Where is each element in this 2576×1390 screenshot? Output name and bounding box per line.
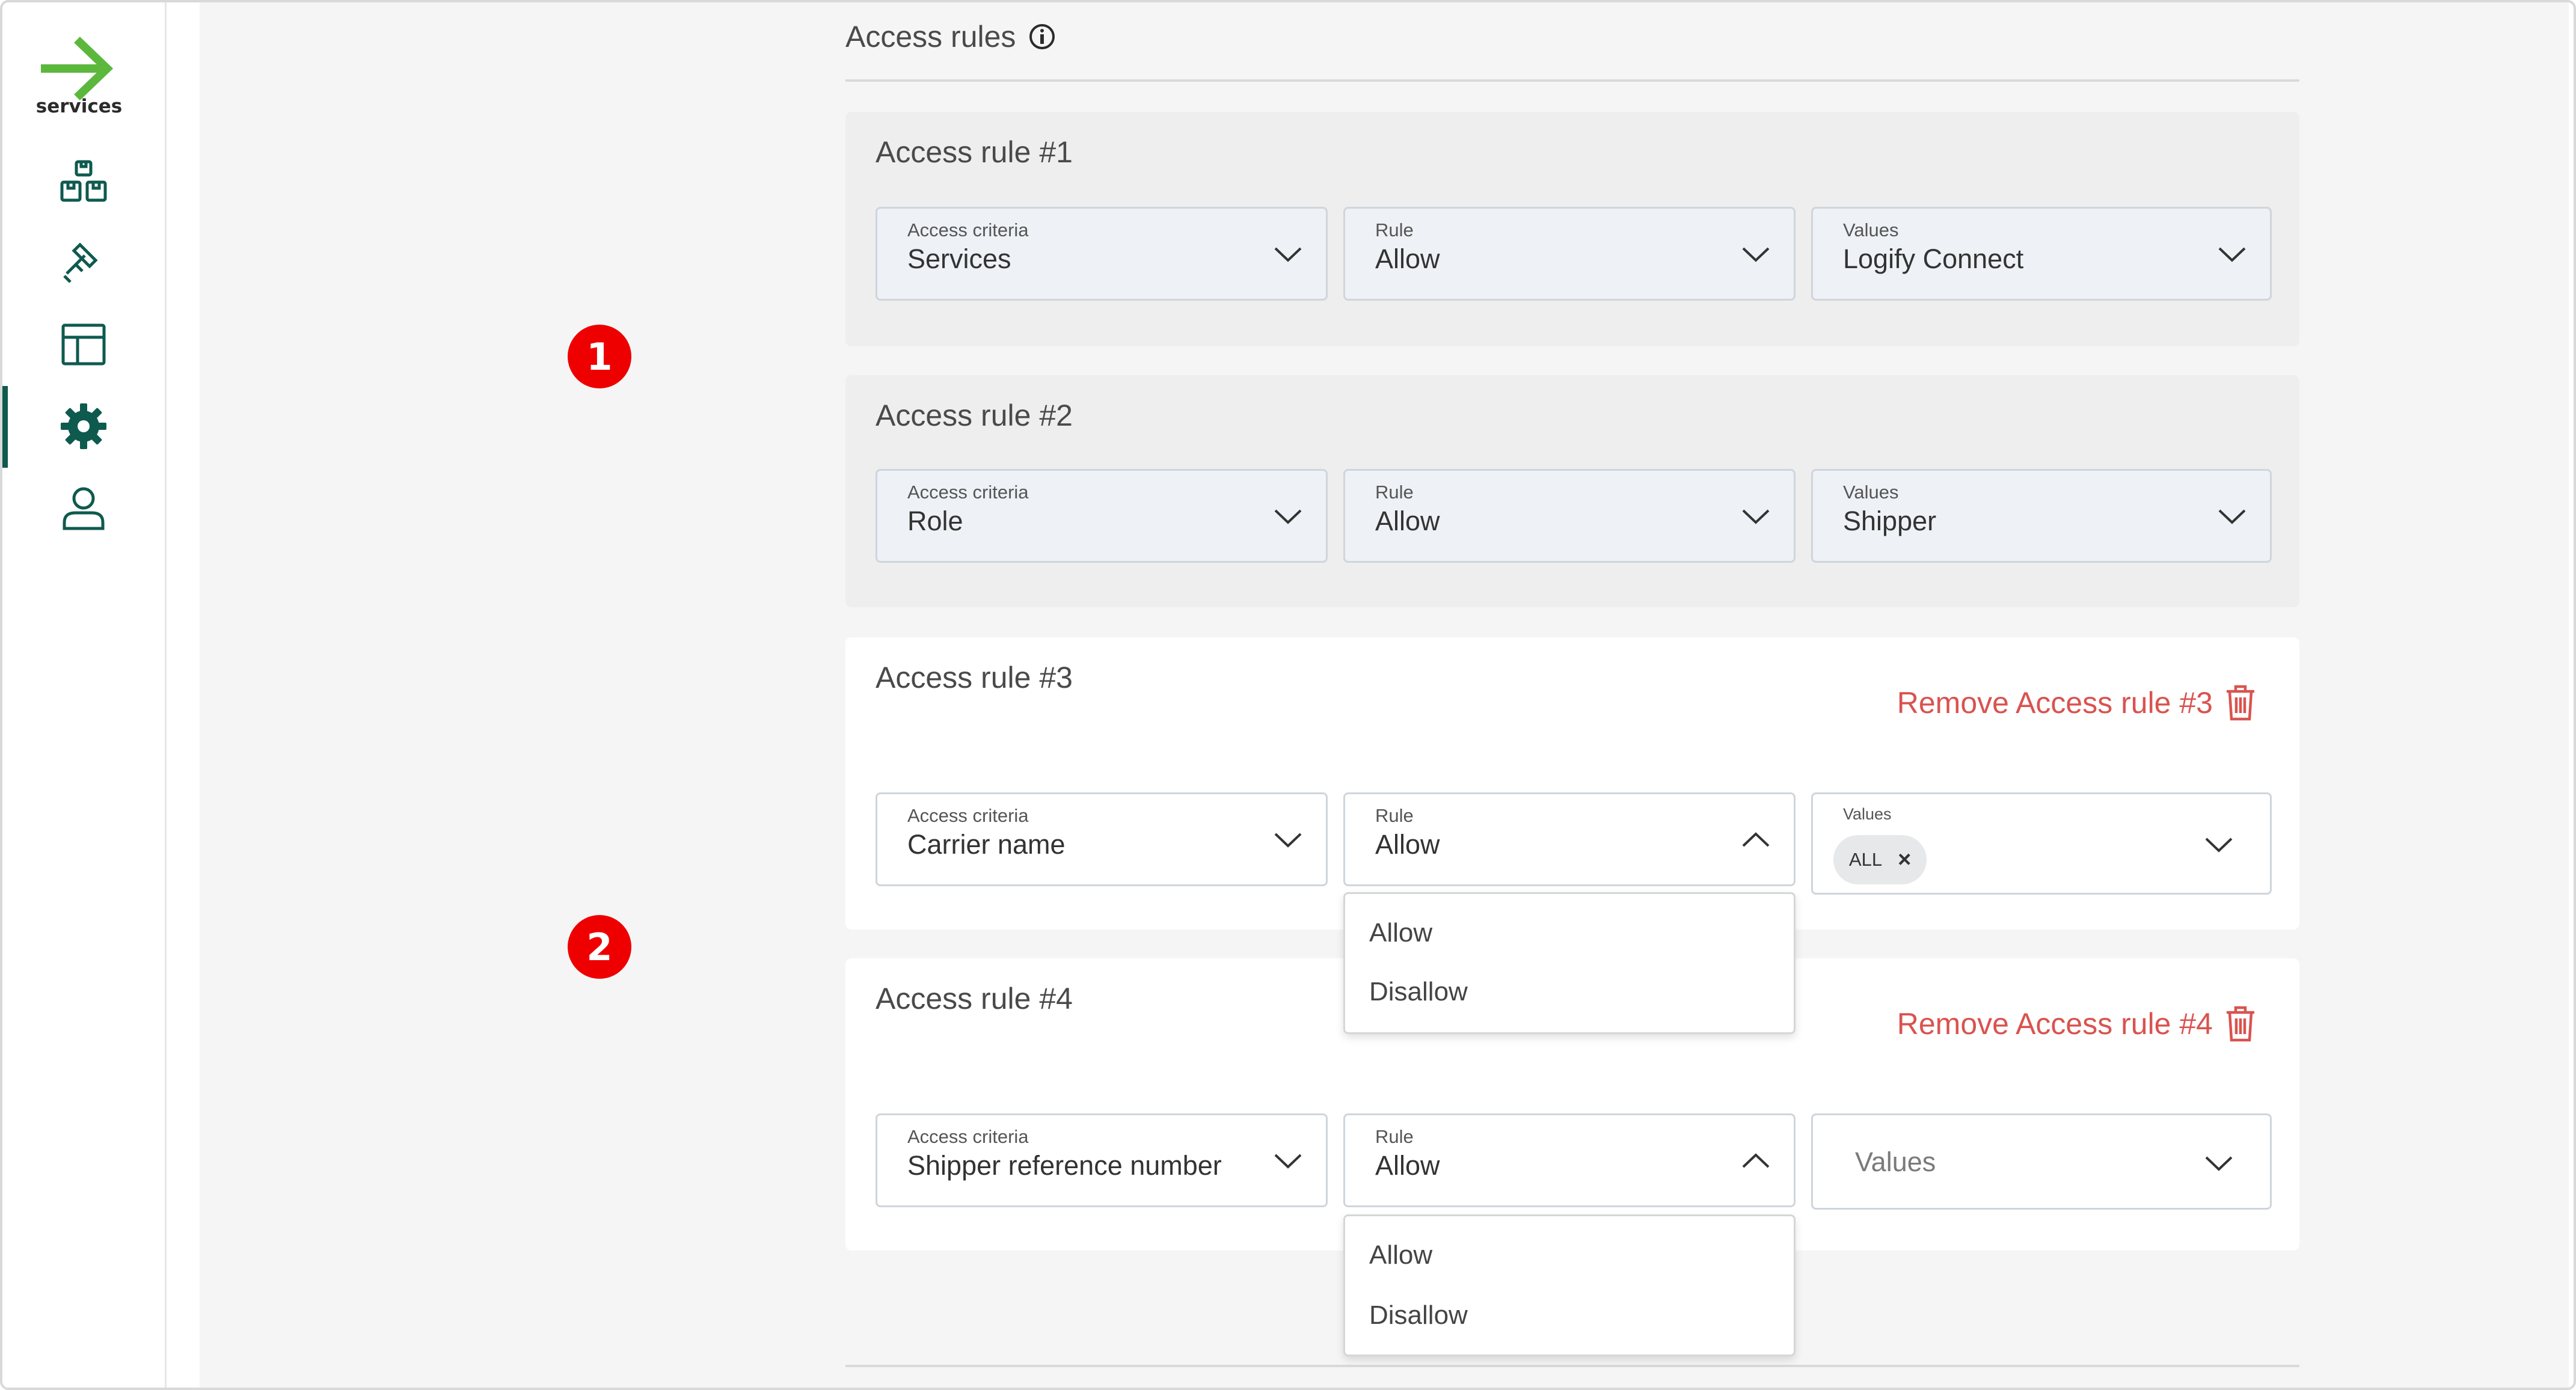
values-multiselect[interactable]: Values ALL × (1811, 792, 2272, 895)
chevron-down-icon (1274, 509, 1302, 524)
chip-label: ALL (1849, 849, 1883, 870)
field-value: Allow (1375, 506, 1440, 536)
remove-rule-button[interactable]: Remove Access rule #3 (1897, 684, 2256, 721)
values-select[interactable]: Values Shipper (1811, 469, 2272, 563)
field-value: Allow (1375, 829, 1440, 860)
sidebar: services (2, 2, 167, 1388)
chevron-down-icon (1274, 833, 1302, 848)
chevron-down-icon (2218, 509, 2246, 524)
field-label: Values (1843, 805, 1892, 823)
sidebar-item-profile[interactable] (2, 475, 165, 541)
sidebar-item-auctions[interactable] (2, 231, 165, 297)
rule-dropdown-menu: Allow Disallow (1343, 1214, 1796, 1356)
values-placeholder: Values (1855, 1147, 1936, 1177)
rule-dropdown-menu: Allow Disallow (1343, 892, 1796, 1034)
field-label: Access criteria (907, 1126, 1029, 1147)
divider (845, 79, 2299, 82)
access-criteria-select[interactable]: Access criteria Services (876, 207, 1328, 301)
rule-title: Access rule #2 (876, 399, 1073, 432)
chevron-down-icon (1742, 247, 1770, 262)
main-content: Access rules 1 2 Access rule #1 Access c… (200, 2, 2569, 1388)
field-value: Carrier name (907, 829, 1066, 860)
field-value: Allow (1375, 1150, 1440, 1181)
values-select[interactable]: Values Logify Connect (1811, 207, 2272, 301)
app-window: services Access rules 1 2 Access rule #1… (0, 0, 2576, 1390)
field-value: Logify Connect (1843, 243, 2024, 274)
rule-select[interactable]: Rule Allow (1343, 207, 1796, 301)
dropdown-option-allow[interactable]: Allow (1369, 1240, 1432, 1270)
remove-rule-label: Remove Access rule #3 (1897, 686, 2213, 720)
section-title: Access rules (845, 20, 1016, 54)
access-criteria-select[interactable]: Access criteria Shipper reference number (876, 1113, 1328, 1207)
field-label: Values (1843, 482, 1899, 503)
rule-select[interactable]: Rule Allow (1343, 792, 1796, 886)
field-label: Rule (1375, 219, 1414, 240)
field-value: Shipper reference number (907, 1150, 1222, 1181)
field-value: Services (907, 243, 1011, 274)
access-criteria-select[interactable]: Access criteria Carrier name (876, 792, 1328, 886)
access-rule-card-1: Access rule #1 Access criteria Services … (845, 112, 2299, 346)
trash-icon (2227, 1006, 2254, 1042)
remove-rule-button[interactable]: Remove Access rule #4 (1897, 1005, 2256, 1042)
sidebar-item-layout[interactable] (2, 311, 165, 378)
field-label: Access criteria (907, 482, 1029, 503)
chevron-down-icon (1274, 1154, 1302, 1169)
annotation-badge-2: 2 (568, 915, 631, 979)
access-rule-card-3: Access rule #3 Remove Access rule #3 Acc… (845, 637, 2299, 929)
gear-icon (61, 403, 106, 449)
chevron-down-icon (1742, 509, 1770, 524)
divider (845, 1365, 2299, 1367)
value-chip: ALL × (1833, 835, 1927, 884)
dropdown-option-disallow[interactable]: Disallow (1369, 1300, 1468, 1330)
info-icon[interactable] (1028, 22, 1056, 51)
access-criteria-select[interactable]: Access criteria Role (876, 469, 1328, 563)
section-header: Access rules (845, 19, 1056, 54)
rule-title: Access rule #1 (876, 135, 1073, 169)
field-label: Rule (1375, 1126, 1414, 1147)
field-value: Allow (1375, 243, 1440, 274)
field-value: Role (907, 506, 963, 536)
access-rule-card-2: Access rule #2 Access criteria Role Rule… (845, 375, 2299, 607)
rule-title: Access rule #3 (876, 661, 1073, 694)
layout-icon (61, 323, 106, 366)
rule-title: Access rule #4 (876, 982, 1073, 1015)
boxes-icon (60, 160, 107, 202)
chevron-down-icon (1274, 247, 1302, 262)
chevron-down-icon (2205, 1156, 2233, 1171)
field-label: Rule (1375, 805, 1414, 826)
field-label: Values (1843, 219, 1899, 240)
user-icon (63, 487, 105, 530)
trash-icon (2227, 685, 2254, 721)
dropdown-option-allow[interactable]: Allow (1369, 918, 1432, 948)
sidebar-item-boxes[interactable] (2, 150, 165, 216)
rule-select[interactable]: Rule Allow (1343, 1113, 1796, 1207)
field-label: Rule (1375, 482, 1414, 503)
rule-select[interactable]: Rule Allow (1343, 469, 1796, 563)
chevron-down-icon (2205, 837, 2233, 853)
chevron-up-icon (1742, 832, 1770, 847)
dropdown-option-disallow[interactable]: Disallow (1369, 977, 1468, 1007)
field-label: Access criteria (907, 219, 1029, 240)
remove-rule-label: Remove Access rule #4 (1897, 1007, 2213, 1041)
values-select[interactable]: Values (1811, 1113, 2272, 1210)
chevron-up-icon (1742, 1153, 1770, 1168)
gavel-icon (63, 242, 98, 283)
chevron-down-icon (2218, 247, 2246, 262)
annotation-badge-1: 1 (568, 325, 631, 388)
sidebar-item-settings[interactable] (2, 393, 165, 459)
chip-remove-icon[interactable]: × (1898, 847, 1911, 873)
field-value: Shipper (1843, 506, 1937, 536)
field-label: Access criteria (907, 805, 1029, 826)
logo-text: services (35, 96, 123, 117)
